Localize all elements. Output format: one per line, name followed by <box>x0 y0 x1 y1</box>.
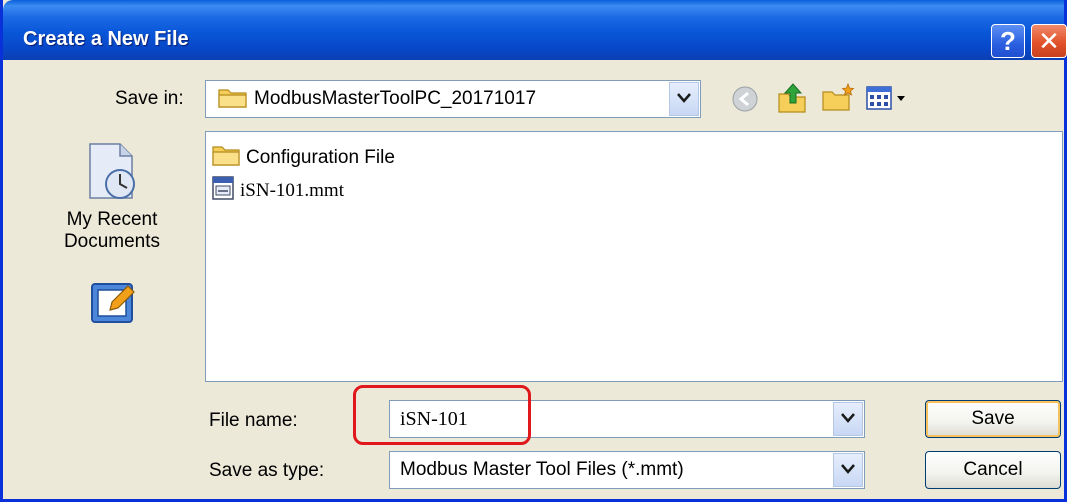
file-list[interactable]: Configuration File iSN-101.mmt <box>205 131 1063 382</box>
chevron-down-icon <box>841 410 855 428</box>
folder-icon <box>212 144 240 172</box>
save-in-dropdown-button[interactable] <box>669 82 699 116</box>
back-button[interactable] <box>731 85 759 113</box>
view-menu-icon <box>865 86 911 116</box>
places-bar: My Recent Documents <box>37 132 187 384</box>
list-item[interactable]: iSN-101.mmt <box>212 176 344 206</box>
view-menu-button[interactable] <box>865 84 911 112</box>
new-folder-button[interactable] <box>821 82 855 114</box>
highlight-annotation <box>353 385 531 445</box>
cancel-button[interactable]: Cancel <box>925 451 1061 489</box>
save-in-label: Save in: <box>115 88 184 109</box>
save-button[interactable]: Save <box>925 400 1061 438</box>
save-dialog: Create a New File ? ✕ Save in: ModbusMas… <box>0 0 1067 502</box>
help-button[interactable]: ? <box>991 24 1025 58</box>
dialog-title: Create a New File <box>23 28 189 50</box>
up-folder-icon <box>775 83 809 118</box>
chevron-down-icon <box>677 90 691 108</box>
save-in-value: ModbusMasterToolPC_20171017 <box>254 88 537 109</box>
save-in-dropdown[interactable]: ModbusMasterToolPC_20171017 <box>205 80 701 118</box>
desktop-icon <box>82 274 142 337</box>
chevron-down-icon <box>841 461 855 479</box>
recent-documents-icon <box>82 140 142 207</box>
close-icon: ✕ <box>1038 26 1060 56</box>
mmt-file-icon <box>212 176 234 206</box>
new-folder-icon <box>821 82 855 118</box>
save-as-type-label: Save as type: <box>209 460 325 481</box>
list-item[interactable]: Configuration File <box>212 144 395 172</box>
file-name-label: File name: <box>209 410 298 431</box>
save-as-type-value: Modbus Master Tool Files (*.mmt) <box>400 459 684 480</box>
save-as-type-dropdown[interactable]: Modbus Master Tool Files (*.mmt) <box>389 451 865 489</box>
place-my-recent-documents[interactable]: My Recent Documents <box>37 140 187 253</box>
help-icon: ? <box>1000 26 1016 56</box>
title-bar[interactable]: Create a New File ? ✕ <box>3 0 1067 60</box>
file-name-dropdown-button[interactable] <box>833 402 863 436</box>
back-arrow-icon <box>731 86 759 117</box>
file-name-text: iSN-101.mmt <box>240 180 344 201</box>
save-as-type-dropdown-button[interactable] <box>833 453 863 487</box>
up-one-level-button[interactable] <box>775 80 809 114</box>
folder-icon <box>218 86 248 113</box>
close-button[interactable]: ✕ <box>1031 24 1067 58</box>
place-desktop[interactable] <box>37 274 187 337</box>
place-label-line1: My Recent <box>66 209 158 230</box>
file-name-text: Configuration File <box>246 147 395 168</box>
place-label-line2: Documents <box>63 231 161 252</box>
